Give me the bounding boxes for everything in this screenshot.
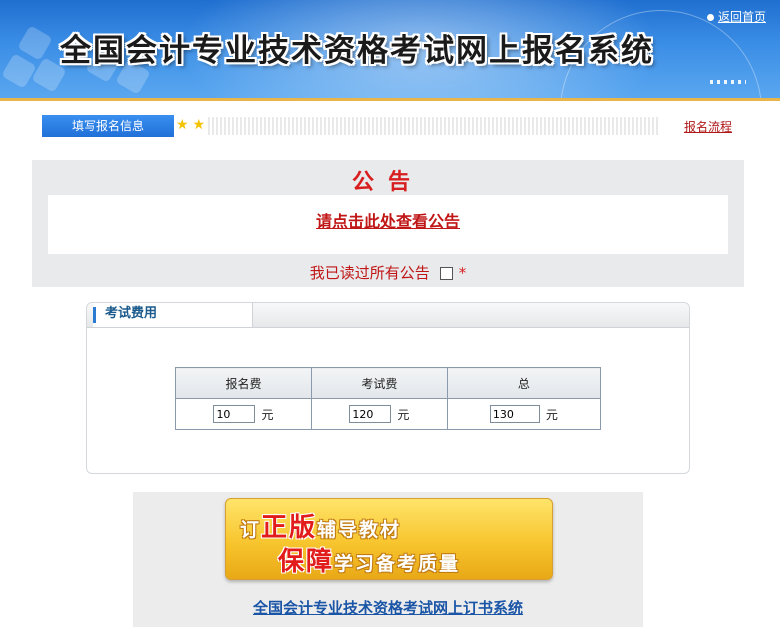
announcement-title: 公告 (351, 170, 424, 195)
column-header-exam-fee: 考试费 (310, 367, 448, 399)
registration-fee-cell: 元 (175, 398, 312, 430)
registration-fee-input[interactable] (213, 405, 256, 423)
star-icon: ★★ (176, 117, 210, 133)
registration-process-link[interactable]: 报名流程 (684, 118, 732, 135)
bullet-icon (706, 14, 714, 21)
ad-highlight-text: 正版 (261, 513, 318, 543)
column-header-total: 总 (446, 367, 602, 399)
view-announcement-link[interactable]: 请点击此处查看公告 (48, 208, 728, 232)
read-confirmation-label: 我已读过所有公告 (309, 264, 430, 282)
exam-fee-input[interactable] (349, 405, 392, 423)
announcement-section: 公告 请点击此处查看公告 我已读过所有公告 * (32, 160, 744, 287)
fee-table-row: 元 元 元 (175, 398, 602, 430)
read-confirmation-row: 我已读过所有公告 * (32, 262, 744, 283)
currency-unit: 元 (545, 407, 558, 422)
book-order-system-link[interactable]: 全国会计专业技术资格考试网上订书系统 (133, 597, 643, 618)
currency-unit: 元 (397, 407, 410, 422)
page-title: 全国会计专业技术资格考试网上报名系统 (60, 33, 654, 69)
total-fee-input[interactable] (489, 405, 540, 423)
column-header-registration-fee: 报名费 (175, 367, 312, 399)
step-bar-divider (208, 117, 660, 135)
ad-highlight-text: 保障 (278, 547, 335, 577)
home-link-label: 返回首页 (717, 10, 766, 24)
fee-panel-header: 考试费用 (87, 303, 689, 328)
read-confirmation-checkbox[interactable] (439, 267, 453, 280)
ad-line-2: 保障学习备考质量 (278, 541, 460, 578)
banner-hexagon (17, 25, 53, 61)
exam-fee-cell: 元 (310, 398, 448, 430)
step-bar: 填写报名信息 ★★ 报名流程 (42, 115, 732, 137)
fee-table: 报名费 考试费 总 元 元 元 (175, 367, 602, 430)
total-fee-cell: 元 (446, 398, 602, 430)
announcement-box: 请点击此处查看公告 (48, 195, 728, 254)
book-ad-section: 订正版辅导教材 保障学习备考质量 全国会计专业技术资格考试网上订书系统 (133, 492, 643, 627)
fee-table-header-row: 报名费 考试费 总 (175, 367, 602, 399)
ad-text: 学习备考质量 (334, 553, 461, 575)
book-ad-banner[interactable]: 订正版辅导教材 保障学习备考质量 (225, 498, 553, 580)
ad-line-1: 订正版辅导教材 (240, 507, 401, 544)
fee-section-title: 考试费用 (93, 303, 253, 327)
ad-text: 订 (240, 519, 262, 541)
banner-hexagon (1, 53, 37, 89)
current-step-label: 填写报名信息 (42, 115, 174, 137)
exam-fee-panel: 考试费用 报名费 考试费 总 元 元 元 (86, 302, 690, 474)
required-mark: * (458, 264, 467, 282)
home-link[interactable]: 返回首页 (706, 8, 766, 25)
header-banner: 全国会计专业技术资格考试网上报名系统 返回首页 (0, 0, 780, 101)
ad-text: 辅导教材 (317, 519, 402, 541)
currency-unit: 元 (261, 407, 274, 422)
banner-dots (710, 80, 746, 84)
